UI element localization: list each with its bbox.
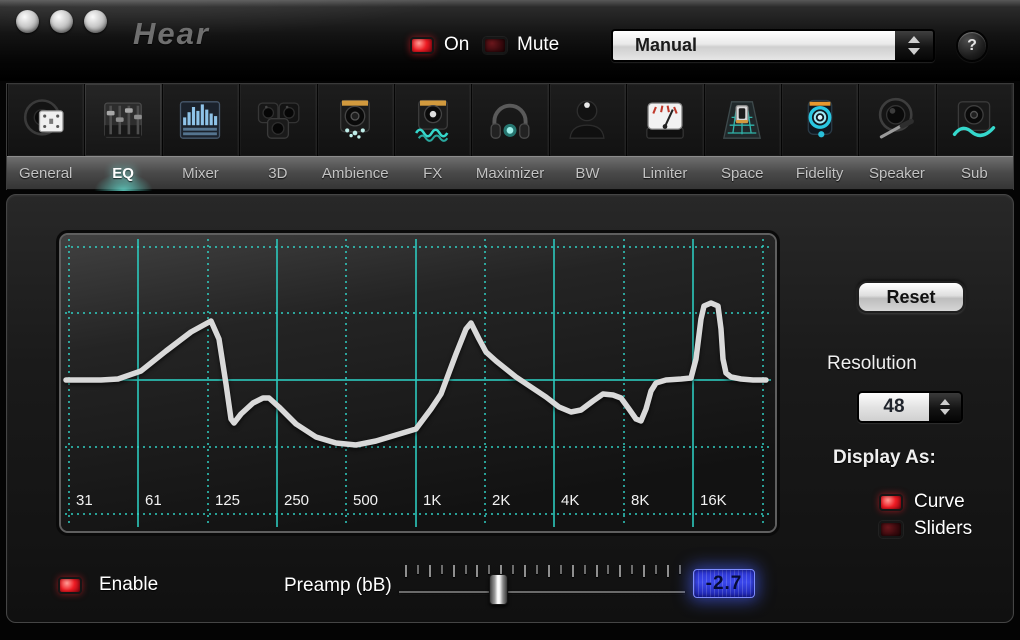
svg-text:31: 31 xyxy=(76,492,93,509)
tab-label-fx[interactable]: FX xyxy=(394,157,471,189)
general-icon xyxy=(23,99,64,136)
tab-label-sub[interactable]: Sub xyxy=(936,157,1013,189)
limiter-meter-icon xyxy=(645,102,684,139)
display-as-curve-option[interactable]: Curve xyxy=(879,491,965,513)
app-logo: Hear xyxy=(133,16,210,51)
space-room-icon xyxy=(723,101,762,139)
svg-text:2K: 2K xyxy=(492,492,510,509)
svg-text:4K: 4K xyxy=(561,492,579,509)
tab-mixer[interactable] xyxy=(161,84,240,156)
titlebar: Hear On Mute Manual ? xyxy=(0,0,1020,81)
enable-led-checkbox[interactable] xyxy=(58,576,82,594)
tab-label-ambience[interactable]: Ambience xyxy=(317,157,394,189)
preamp-slider-thumb[interactable] xyxy=(489,574,508,605)
curve-led-radio[interactable] xyxy=(879,493,903,511)
svg-text:16K: 16K xyxy=(700,492,727,509)
3d-speakers-icon xyxy=(257,102,300,139)
bw-head-icon xyxy=(569,100,606,139)
resolution-stepper[interactable] xyxy=(929,393,961,421)
window-orb-zoom[interactable] xyxy=(84,10,107,33)
svg-text:1K: 1K xyxy=(423,492,441,509)
tab-label-fidelity[interactable]: Fidelity xyxy=(781,157,858,189)
tab-space[interactable] xyxy=(703,84,781,156)
resolution-value: 48 xyxy=(859,393,929,421)
question-mark-icon: ? xyxy=(967,37,977,54)
tab-label-general[interactable]: General xyxy=(7,157,84,189)
on-led-checkbox[interactable] xyxy=(410,36,434,54)
sub-icon xyxy=(953,101,996,138)
stepper-up-icon xyxy=(940,399,950,405)
svg-text:125: 125 xyxy=(215,492,240,509)
eq-graph[interactable]: 31 61 125 250 500 1K 2K 4K 8K 16K xyxy=(59,233,777,533)
window-orb-minimize[interactable] xyxy=(50,10,73,33)
tab-label-3d[interactable]: 3D xyxy=(239,157,316,189)
tab-label-bw[interactable]: BW xyxy=(549,157,626,189)
resolution-label: Resolution xyxy=(827,353,917,374)
enable-control[interactable]: Enable xyxy=(58,574,158,596)
tab-label-eq[interactable]: EQ xyxy=(84,157,161,191)
preset-select-value: Manual xyxy=(613,31,895,60)
tab-sub[interactable] xyxy=(935,84,1014,156)
hear-app-window: Hear On Mute Manual ? General EQ Mixer 3… xyxy=(0,0,1020,640)
svg-text:500: 500 xyxy=(353,492,378,509)
tab-speaker[interactable] xyxy=(858,84,936,156)
stepper-down-icon xyxy=(940,409,950,415)
eq-icon xyxy=(104,102,142,138)
eq-panel: 31 61 125 250 500 1K 2K 4K 8K 16K Reset Resolutio… xyxy=(6,194,1014,623)
preamp-slider[interactable] xyxy=(397,561,687,609)
maximizer-icon xyxy=(490,103,530,139)
tab-label-row: General EQ Mixer 3D Ambience FX Maximize… xyxy=(7,156,1013,191)
reset-button[interactable]: Reset xyxy=(857,281,965,313)
preset-select[interactable]: Manual xyxy=(611,29,935,62)
svg-text:61: 61 xyxy=(145,492,162,509)
svg-text:8K: 8K xyxy=(631,492,649,509)
stepper-down-icon xyxy=(908,48,920,55)
preset-select-stepper[interactable] xyxy=(895,31,933,60)
svg-text:250: 250 xyxy=(284,492,309,509)
preamp-label: Preamp (bB) xyxy=(284,575,392,596)
tab-label-space[interactable]: Space xyxy=(704,157,781,189)
tab-icon-row xyxy=(7,83,1014,156)
tab-fx[interactable] xyxy=(393,84,472,156)
mute-label: Mute xyxy=(517,34,560,55)
tab-eq[interactable] xyxy=(84,84,162,156)
display-as-sliders-option[interactable]: Sliders xyxy=(879,518,972,540)
sliders-label: Sliders xyxy=(914,518,973,539)
tab-general[interactable] xyxy=(7,84,85,156)
enable-label: Enable xyxy=(99,574,159,595)
tab-label-maximizer[interactable]: Maximizer xyxy=(471,157,548,189)
tab-label-limiter[interactable]: Limiter xyxy=(626,157,703,189)
fx-icon xyxy=(414,99,449,142)
on-label: On xyxy=(444,34,470,55)
window-orb-close[interactable] xyxy=(16,10,39,33)
tab-maximizer[interactable] xyxy=(471,84,549,156)
mute-led-checkbox[interactable] xyxy=(483,36,507,54)
help-button[interactable]: ? xyxy=(956,30,988,62)
tab-fidelity[interactable] xyxy=(780,84,859,156)
mixer-icon xyxy=(180,101,221,139)
curve-label: Curve xyxy=(914,491,965,512)
preamp-slider-ticks xyxy=(405,565,681,578)
stepper-up-icon xyxy=(908,36,920,43)
tab-limiter[interactable] xyxy=(626,84,704,156)
ambience-icon xyxy=(340,99,371,139)
tab-strip: General EQ Mixer 3D Ambience FX Maximize… xyxy=(6,83,1014,191)
tab-ambience[interactable] xyxy=(316,84,394,156)
tab-bw[interactable] xyxy=(548,84,627,156)
display-as-label: Display As: xyxy=(833,447,936,468)
speaker-driver-icon xyxy=(878,97,914,139)
preamp-value-display: -2.7 xyxy=(693,569,755,598)
tab-label-mixer[interactable]: Mixer xyxy=(162,157,239,189)
resolution-spinner[interactable]: 48 xyxy=(857,391,963,423)
tab-3d[interactable] xyxy=(239,84,317,156)
preamp-slider-track[interactable] xyxy=(399,591,685,593)
fidelity-icon xyxy=(807,99,832,138)
tab-label-speaker[interactable]: Speaker xyxy=(858,157,935,189)
sliders-led-radio[interactable] xyxy=(879,520,903,538)
